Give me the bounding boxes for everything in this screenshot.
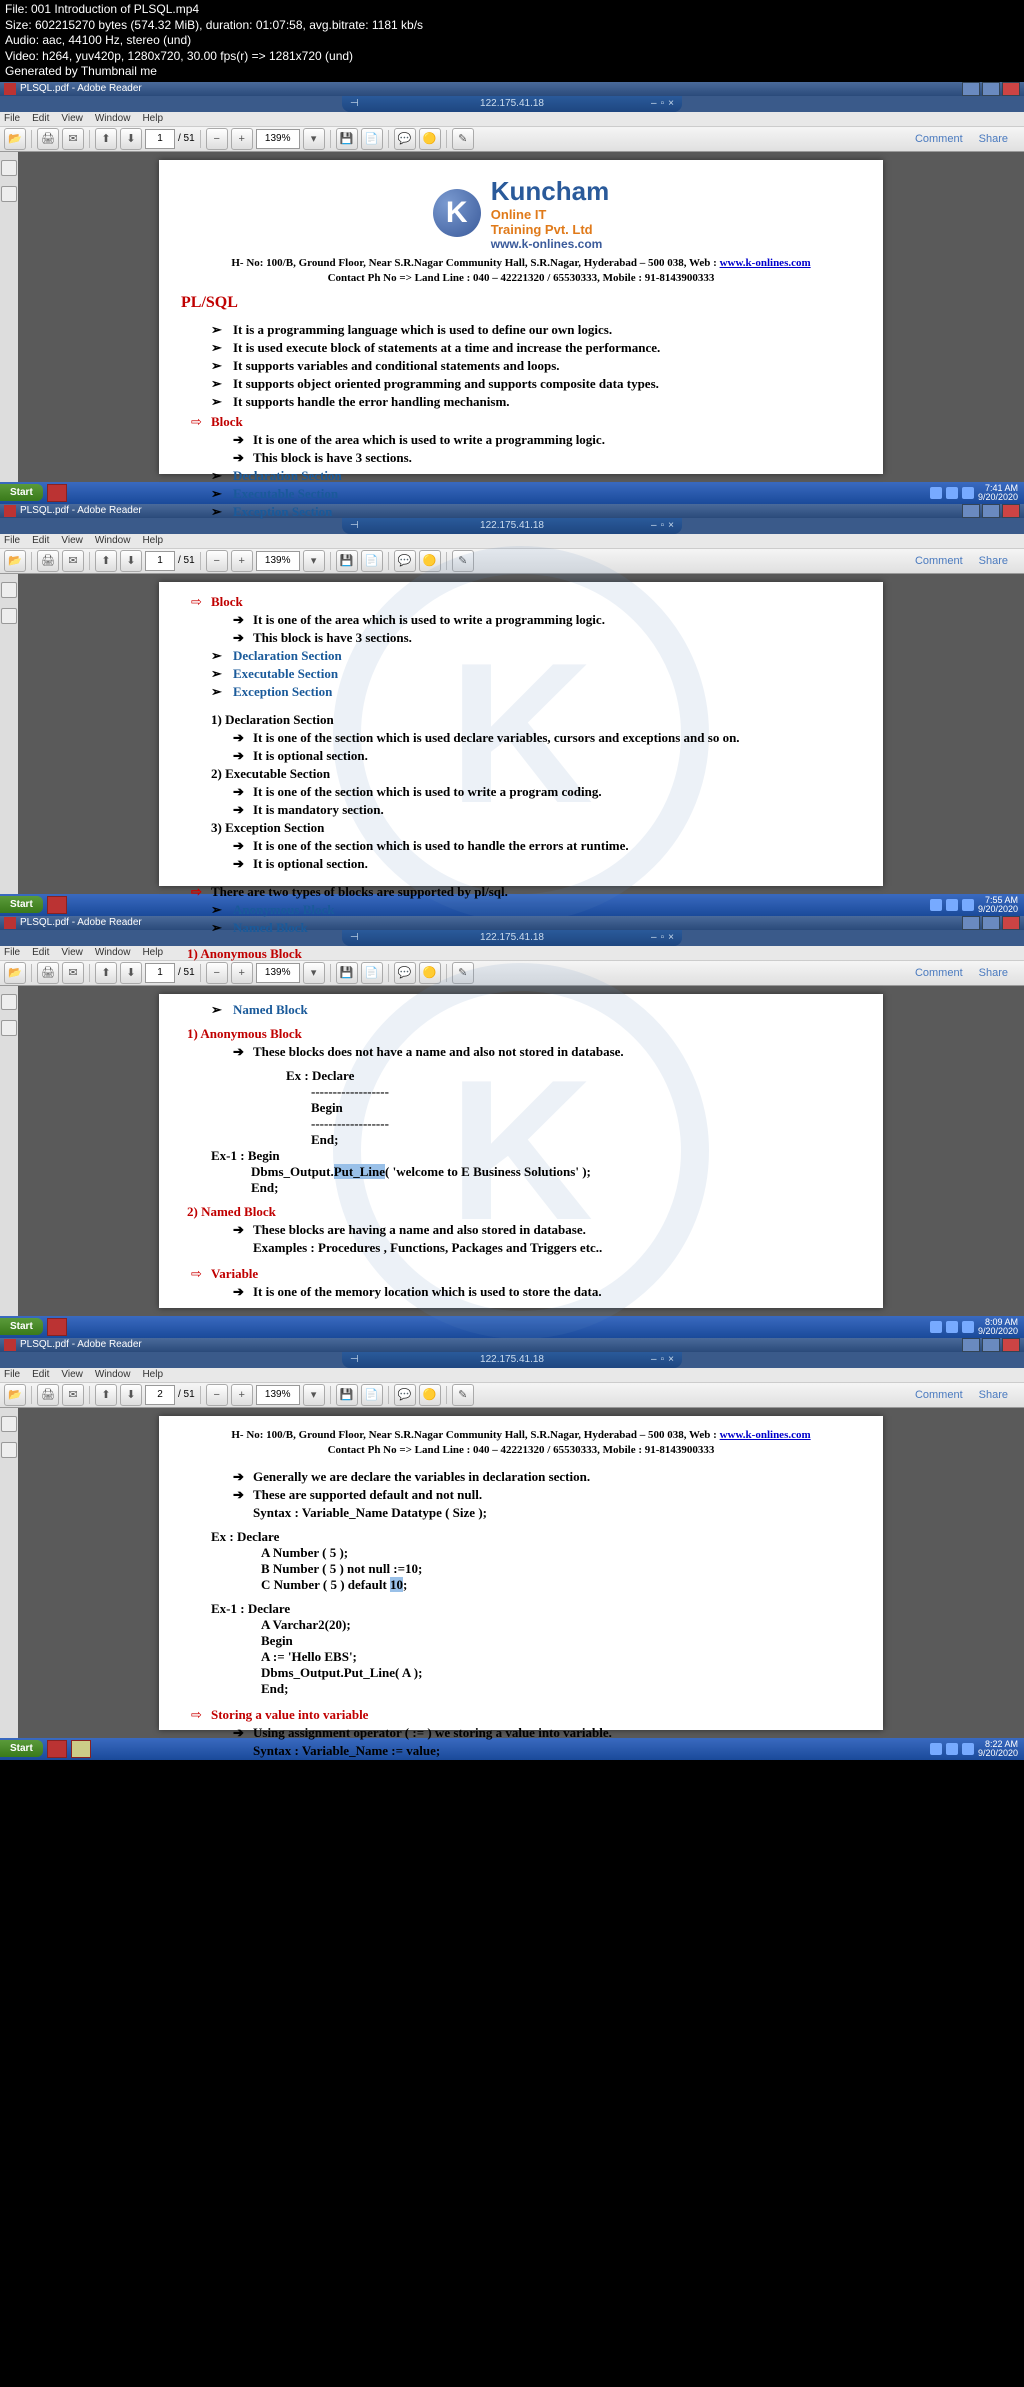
window-title: PLSQL.pdf - Adobe Reader (20, 83, 142, 94)
page-total: / 51 (178, 133, 195, 144)
print-button[interactable]: 🖨 (37, 128, 59, 150)
window-titlebar: PLSQL.pdf - Adobe Reader (0, 82, 1024, 96)
zoom-input[interactable] (256, 129, 300, 149)
menu-help[interactable]: Help (142, 113, 163, 124)
close-button[interactable] (1002, 82, 1020, 96)
minimize-button[interactable] (962, 504, 980, 518)
highlighted-text: 10 (390, 1577, 403, 1592)
meta-video: Video: h264, yuv420p, 1280x720, 30.00 fp… (5, 49, 1019, 65)
menu-bar: File Edit View Window Help (0, 112, 1024, 127)
company-url: www.k-onlines.com (491, 237, 609, 251)
rc-max-icon[interactable]: ▫ (661, 98, 665, 109)
attachments-tab[interactable] (1, 186, 17, 202)
menu-file[interactable]: File (4, 113, 20, 124)
rc-min-icon[interactable]: – (651, 98, 657, 109)
comment-link[interactable]: Comment (915, 133, 963, 145)
highlighted-text: Put_Line (334, 1164, 385, 1179)
meta-gen: Generated by Thumbnail me (5, 64, 1019, 80)
taskbar-pdf-icon[interactable] (47, 484, 67, 502)
pdf-icon (4, 83, 16, 95)
address-line: H- No: 100/B, Ground Floor, Near S.R.Nag… (181, 257, 861, 269)
page-up-button[interactable]: ⬆ (95, 128, 117, 150)
web-link[interactable]: www.k-onlines.com (720, 257, 811, 269)
section-link: Executable Section (181, 486, 861, 502)
zoom-in-button[interactable]: + (231, 128, 253, 150)
convert-button[interactable]: 📄 (361, 128, 383, 150)
bullet: It supports handle the error handling me… (181, 394, 861, 410)
logo-icon: K (433, 189, 481, 237)
remote-connection-bar: ⊣122.175.41.18–▫× (342, 96, 682, 112)
clock: 7:41 AM9/20/2020 (978, 484, 1018, 502)
start-button[interactable]: Start (0, 484, 43, 501)
menu-edit[interactable]: Edit (32, 113, 49, 124)
bullet: It is a programming language which is us… (181, 322, 861, 338)
email-button[interactable]: ✉ (62, 128, 84, 150)
meta-file: File: 001 Introduction of PLSQL.mp4 (5, 2, 1019, 18)
section-link: Exception Section (181, 504, 861, 520)
block-heading: Block (211, 414, 243, 429)
page-down-button[interactable]: ⬇ (120, 128, 142, 150)
save-button[interactable]: 💾 (336, 128, 358, 150)
highlight-button[interactable]: 🟡 (419, 128, 441, 150)
meta-audio: Audio: aac, 44100 Hz, stereo (und) (5, 33, 1019, 49)
rc-close-icon[interactable]: × (668, 98, 674, 109)
maximize-button[interactable] (982, 82, 1000, 96)
close-button[interactable] (1002, 504, 1020, 518)
bullet: It supports object oriented programming … (181, 376, 861, 392)
company-name: Kuncham (491, 176, 609, 207)
remote-bar: ⊣122.175.41.18–▫× (342, 518, 682, 534)
menu-view[interactable]: View (61, 113, 83, 124)
menu-bar: FileEditViewWindowHelp (0, 534, 1024, 549)
minimize-button[interactable] (962, 82, 980, 96)
share-link[interactable]: Share (979, 133, 1008, 145)
pin-icon[interactable]: ⊣ (350, 98, 359, 109)
toolbar: 📂🖨✉⬆⬇/ 51−+▾💾📄💬🟡✎ CommentShare (0, 549, 1024, 574)
tray-icon[interactable] (930, 487, 942, 499)
pdf-page: Block It is one of the area which is use… (159, 582, 883, 886)
page-input[interactable] (145, 1385, 175, 1405)
plsql-heading: PL/SQL (181, 294, 861, 312)
zoom-out-button[interactable]: − (206, 128, 228, 150)
sign-button[interactable]: ✎ (452, 128, 474, 150)
contact-line: Contact Ph No => Land Line : 040 – 42221… (181, 272, 861, 284)
tray-icon[interactable] (946, 487, 958, 499)
zoom-dd-icon[interactable]: ▾ (303, 128, 325, 150)
tray-icon[interactable] (962, 487, 974, 499)
pdf-page: K Kuncham Online ITTraining Pvt. Ltd www… (159, 160, 883, 474)
pdf-page: Named Block 1) Anonymous Block These blo… (159, 994, 883, 1308)
pdf-page: H- No: 100/B, Ground Floor, Near S.R.Nag… (159, 1416, 883, 1730)
bullet: It supports variables and conditional st… (181, 358, 861, 374)
arrow-item: This block is have 3 sections. (181, 450, 861, 466)
maximize-button[interactable] (982, 504, 1000, 518)
open-button[interactable]: 📂 (4, 128, 26, 150)
page-input[interactable] (145, 129, 175, 149)
toolbar: 📂 🖨 ✉ ⬆ ⬇ / 51 − + ▾ 💾 📄 💬 🟡 ✎ Comment S… (0, 127, 1024, 152)
menu-window[interactable]: Window (95, 113, 131, 124)
bullet: It is used execute block of statements a… (181, 340, 861, 356)
side-panel (0, 152, 18, 482)
note-button[interactable]: 💬 (394, 128, 416, 150)
arrow-item: It is one of the area which is used to w… (181, 432, 861, 448)
thumbnails-tab[interactable] (1, 160, 17, 176)
meta-size: Size: 602215270 bytes (574.32 MiB), dura… (5, 18, 1019, 34)
section-link: Declaration Section (181, 468, 861, 484)
